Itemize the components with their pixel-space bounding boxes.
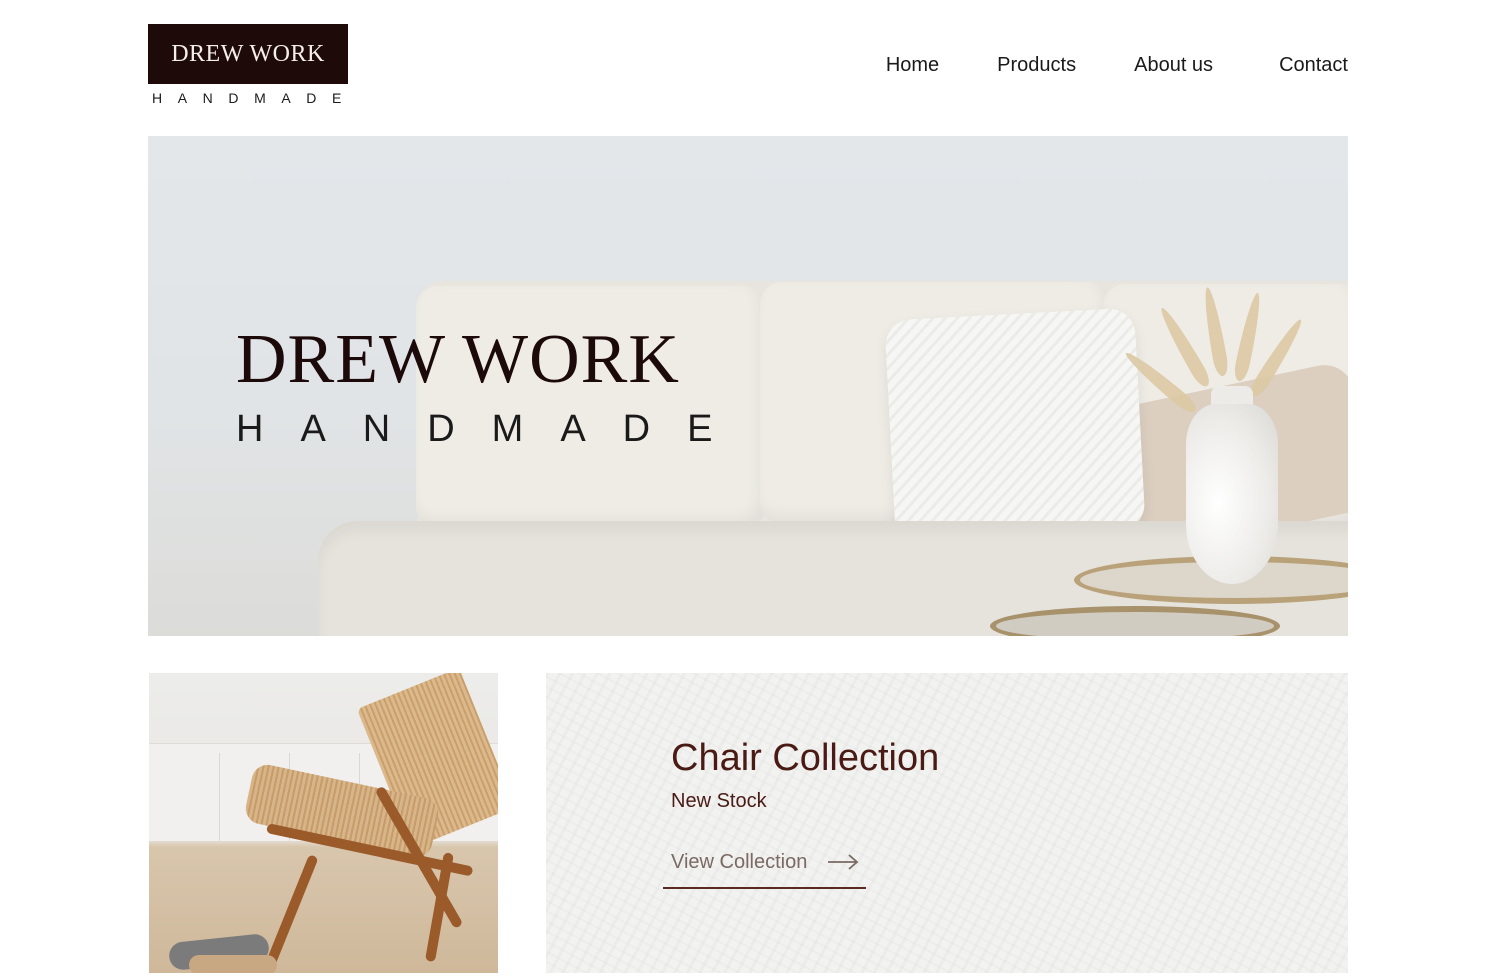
main-nav: Home Products About us Contact bbox=[886, 54, 1348, 77]
chair-image-slipper bbox=[189, 955, 277, 973]
hero-image-vase bbox=[1186, 404, 1278, 584]
chair-image-leg bbox=[264, 854, 319, 970]
view-collection-label: View Collection bbox=[671, 850, 808, 873]
nav-home[interactable]: Home bbox=[886, 54, 939, 77]
nav-about-us[interactable]: About us bbox=[1134, 54, 1213, 77]
hero-image-pillow bbox=[884, 307, 1146, 543]
nav-products[interactable]: Products bbox=[997, 54, 1076, 77]
hero-subtitle: HANDMADE bbox=[236, 408, 750, 450]
chair-image[interactable] bbox=[149, 673, 498, 973]
logo-wordmark: DREW WORK bbox=[148, 24, 348, 84]
hero-banner: DREW WORK HANDMADE bbox=[148, 136, 1348, 636]
logo-tagline: HANDMADE bbox=[152, 90, 357, 106]
nav-contact[interactable]: Contact bbox=[1279, 54, 1348, 77]
hero-title: DREW WORK bbox=[236, 321, 680, 398]
collection-subtitle: New Stock bbox=[671, 790, 767, 812]
chair-image-cabinet-line bbox=[219, 753, 220, 841]
logo[interactable]: DREW WORK HANDMADE bbox=[148, 24, 348, 106]
view-collection-link[interactable]: View Collection bbox=[663, 837, 866, 889]
collection-panel: Chair Collection New Stock View Collecti… bbox=[546, 673, 1348, 973]
collection-title: Chair Collection bbox=[671, 737, 940, 779]
arrow-right-icon bbox=[828, 854, 859, 870]
